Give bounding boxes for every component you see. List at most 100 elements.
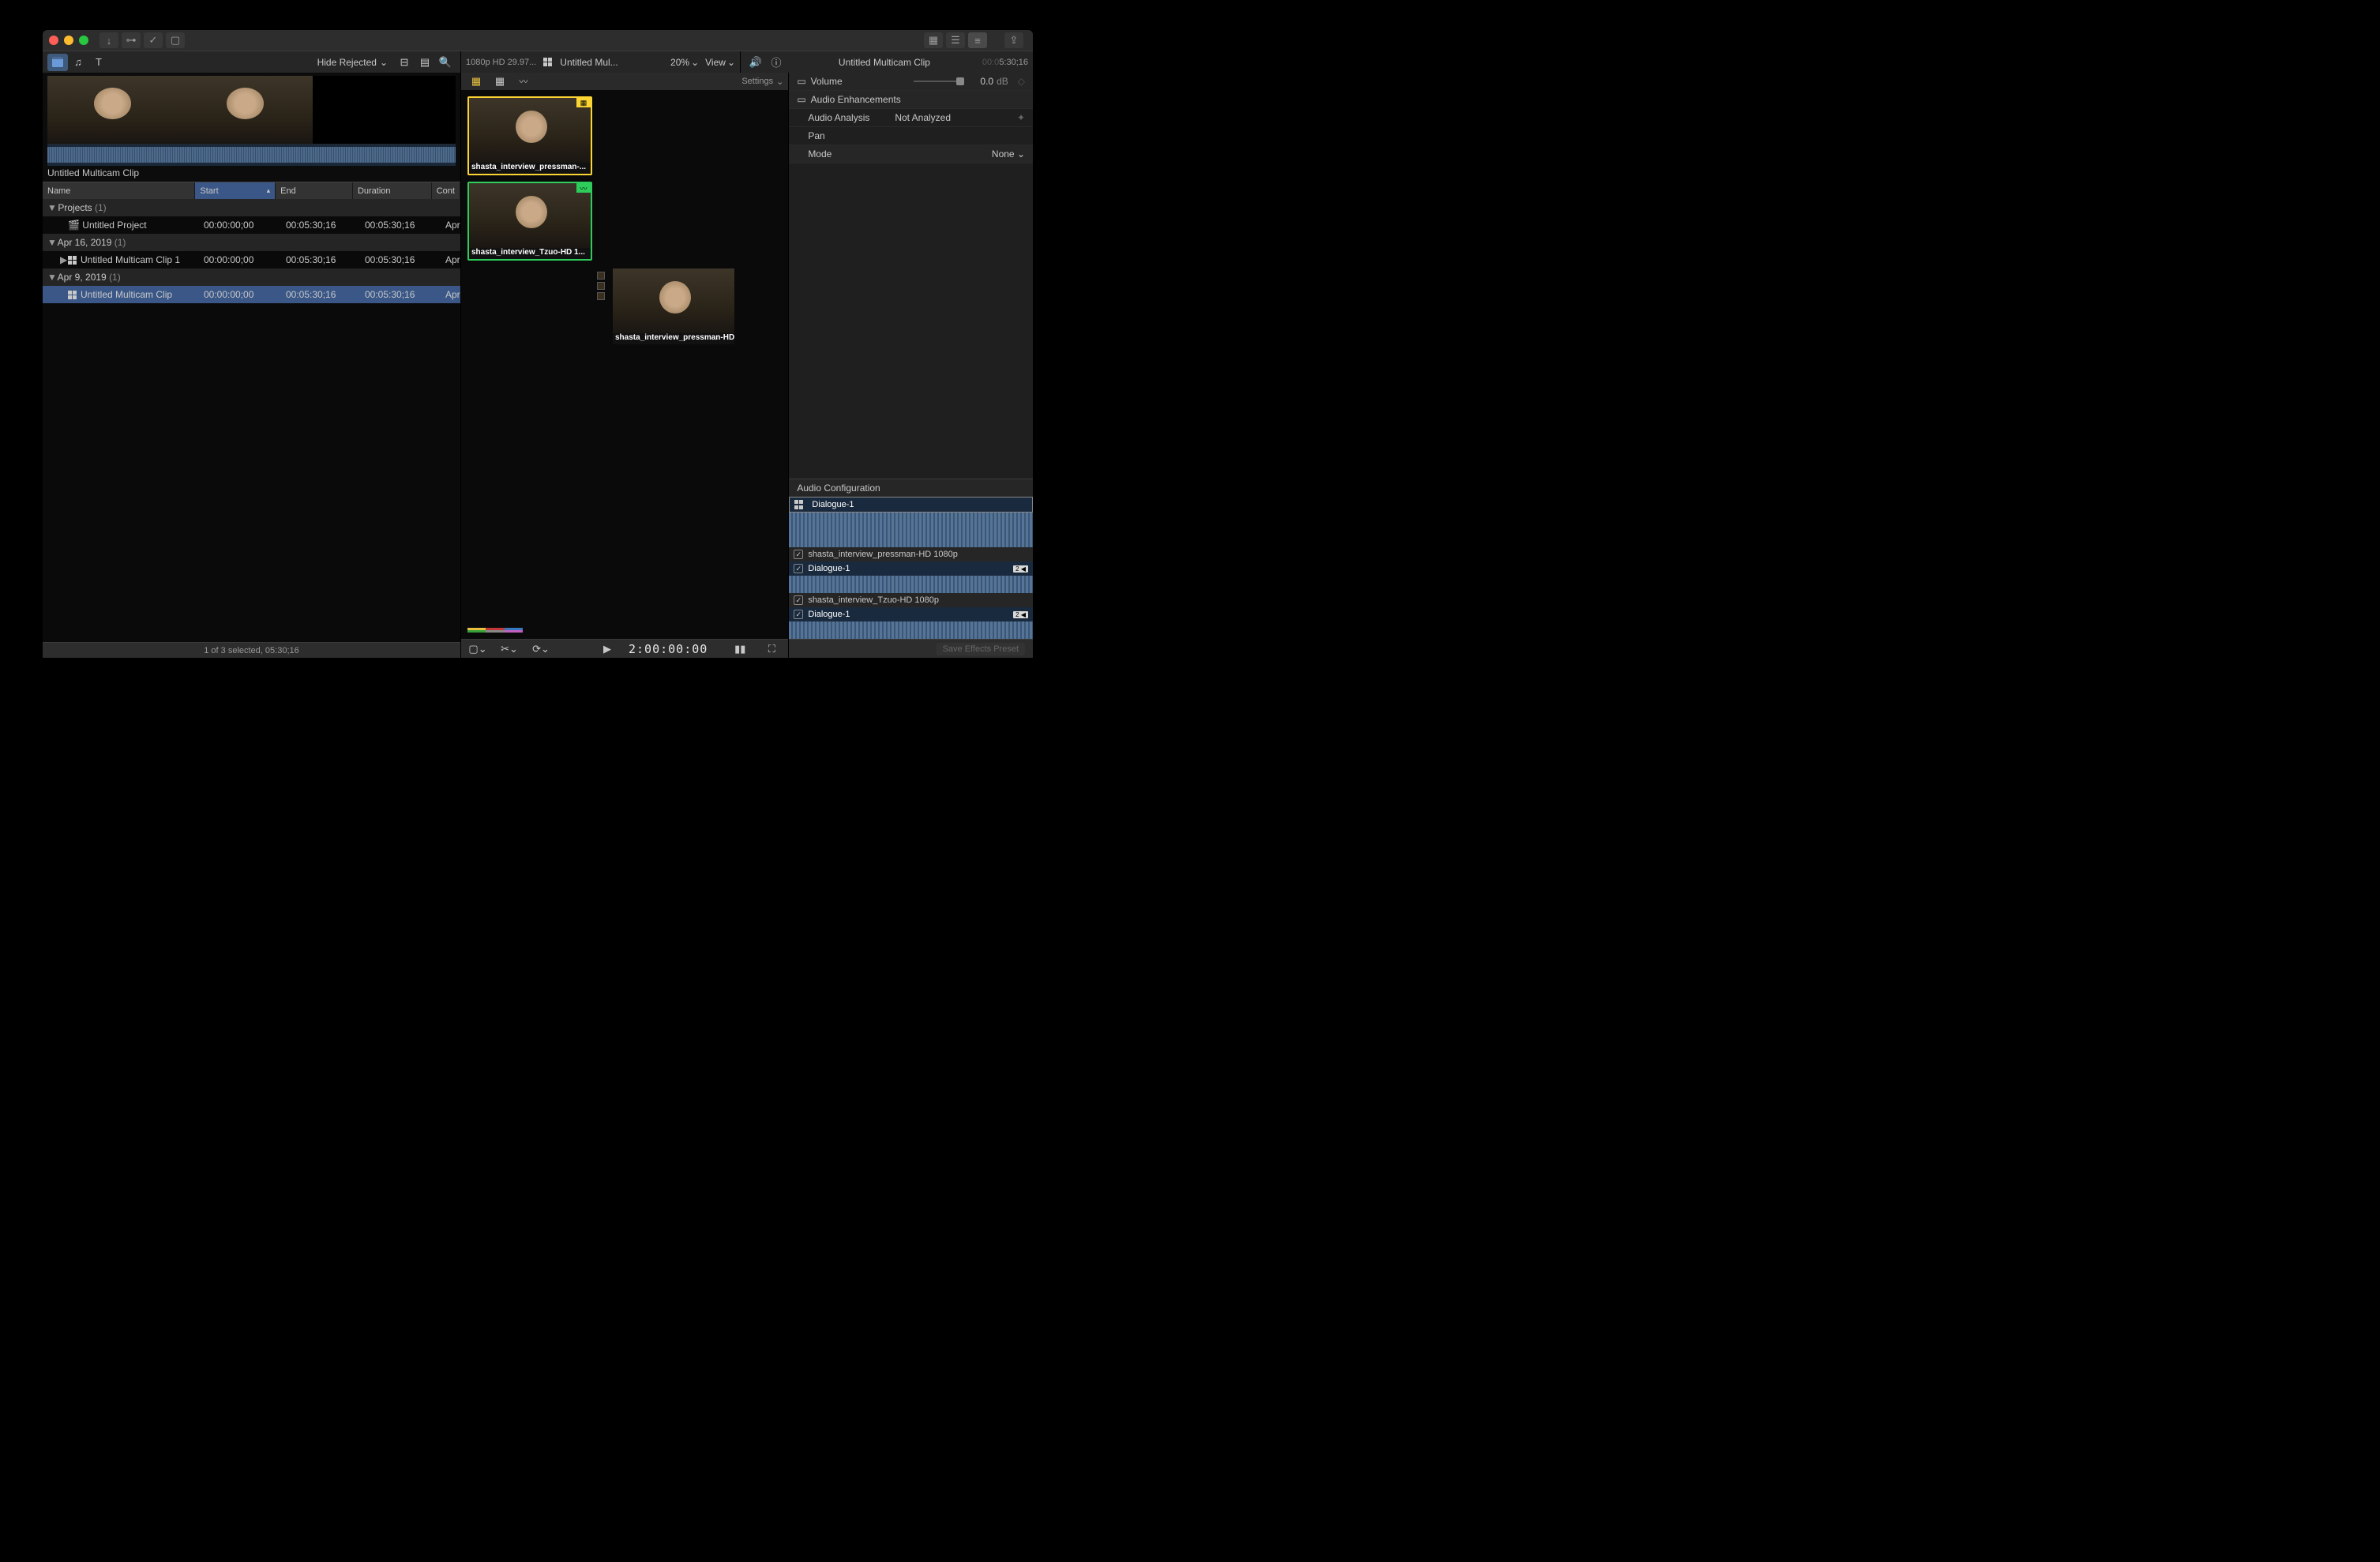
inspector-footer: Save Effects Preset <box>789 639 1033 658</box>
browser-footer: 1 of 3 selected, 05:30;16 <box>43 642 460 658</box>
info-inspector-icon[interactable]: ⓘ <box>766 54 786 71</box>
share-icon[interactable]: ⇪ <box>1004 32 1023 48</box>
format-label: 1080p HD 29.97... <box>466 58 536 67</box>
project-title: Untitled Mul... <box>560 57 618 68</box>
settings-menu[interactable]: Settings <box>741 77 773 86</box>
analyze-icon[interactable]: ✦ <box>1017 112 1025 123</box>
fullscreen-icon[interactable]: ⛶ <box>761 640 782 658</box>
angle-audio-icon[interactable]: 〰 <box>513 73 534 90</box>
audio-inspector-icon[interactable]: 🔊 <box>745 54 766 71</box>
audio-track-header[interactable]: Dialogue-1 <box>789 497 1033 513</box>
list-group[interactable]: ▼ Apr 9, 2019 (1) <box>43 268 460 286</box>
list-view-icon[interactable]: ▤ <box>415 54 435 71</box>
enhancements-header[interactable]: ▭ Audio Enhancements <box>789 91 1033 109</box>
browser-pane: ⊞ Untitled Multicam Clip Name Start▴ End… <box>43 73 461 658</box>
inspector-title: Untitled Multicam Clip <box>839 57 930 68</box>
list-item[interactable]: Untitled Multicam Clip00:00:00;0000:05:3… <box>43 286 460 303</box>
audio-component-row[interactable]: ✓shasta_interview_Tzuo-HD 1080p <box>789 593 1033 607</box>
view-menu[interactable]: View <box>705 57 726 68</box>
inspector-tc-prefix: 00:0 <box>982 58 999 67</box>
keyframe-icon[interactable]: ◇ <box>1018 76 1025 87</box>
col-start[interactable]: Start▴ <box>195 182 276 199</box>
audio-configuration: Audio Configuration Dialogue-1✓shasta_in… <box>789 479 1033 639</box>
play-button[interactable]: ▶ <box>597 640 618 658</box>
extensions-icon[interactable]: ▢ <box>166 32 185 48</box>
volume-value: 0.0 <box>980 76 993 87</box>
pan-row[interactable]: Pan <box>789 127 1033 145</box>
angle-color-swatches[interactable] <box>467 628 523 633</box>
list-group[interactable]: ▼ Apr 16, 2019 (1) <box>43 234 460 251</box>
angle-clip[interactable]: shasta_interview_pressman-HD... <box>611 267 736 346</box>
inspector-timecode: 5:30;16 <box>999 58 1028 67</box>
col-end[interactable]: End <box>276 182 353 199</box>
list-item[interactable]: ▶Untitled Multicam Clip 100:00:00;0000:0… <box>43 251 460 268</box>
clip-skimming-icon[interactable]: ▢⌄ <box>467 640 488 658</box>
layout-list-icon[interactable]: ☰ <box>946 32 965 48</box>
checkbox-icon[interactable]: ✓ <box>794 595 803 605</box>
import-icon[interactable]: ↓ <box>99 32 118 48</box>
audio-waveform[interactable] <box>789 621 1033 639</box>
angle-badge-icon: 〰 <box>576 183 591 193</box>
inspector-pane: ▭ Volume 0.0 dB ◇ ▭ Audio Enhancements A… <box>789 73 1033 658</box>
angle-clip[interactable]: 〰shasta_interview_Tzuo-HD 1... <box>467 182 592 261</box>
keyword-icon[interactable]: ⊶ <box>122 32 141 48</box>
chevron-icon: ⌄ <box>727 57 735 68</box>
angle-grid: ▦shasta_interview_pressman-...〰shasta_in… <box>461 90 788 639</box>
playhead-timecode: 2:00:00:00 <box>629 642 708 656</box>
filmstrip-preview: ⊞ Untitled Multicam Clip <box>43 73 460 182</box>
main-area: ⊞ Untitled Multicam Clip Name Start▴ End… <box>43 73 1033 658</box>
col-name[interactable]: Name <box>43 182 195 199</box>
minimize-window[interactable] <box>64 36 73 45</box>
top-toolbar: ♫ T Hide Rejected ⌄ ⊟ ▤ 🔍 1080p HD 29.97… <box>43 51 1033 73</box>
save-effects-preset-button[interactable]: Save Effects Preset <box>937 643 1025 655</box>
list-group[interactable]: ▼ Projects (1) <box>43 199 460 216</box>
audio-meter-icon[interactable]: ▮▮ <box>730 640 750 658</box>
col-content[interactable]: Cont <box>432 182 460 199</box>
zoom-level[interactable]: 20% <box>670 57 689 68</box>
angle-videoaudio-icon[interactable]: ▦ <box>466 73 486 90</box>
list-item[interactable]: 🎬 Untitled Project00:00:00;0000:05:30;16… <box>43 216 460 234</box>
angle-video-icon[interactable]: ▦ <box>490 73 510 90</box>
pan-mode-select[interactable]: None ⌄ <box>992 148 1025 160</box>
filmstrip-waveform[interactable] <box>47 144 456 166</box>
tools-icon[interactable]: ✂⌄ <box>499 640 520 658</box>
volume-slider[interactable] <box>914 81 961 82</box>
audio-component-row[interactable]: ✓shasta_interview_pressman-HD 1080p <box>789 547 1033 561</box>
playback-bar: ▢⌄ ✂⌄ ⟳⌄ ▶ 2:00:00:00 ▮▮ ⛶ <box>461 639 788 658</box>
col-duration[interactable]: Duration <box>353 182 432 199</box>
filmstrip[interactable] <box>47 76 456 144</box>
layout-inspector-icon[interactable]: ≡ <box>968 32 987 48</box>
library-tab[interactable] <box>47 54 68 71</box>
audio-track-header[interactable]: ✓Dialogue-12 ◀ <box>789 561 1033 576</box>
volume-icon: ▭ <box>797 76 805 87</box>
checkbox-icon[interactable]: ✓ <box>794 550 803 559</box>
zoom-window[interactable] <box>79 36 88 45</box>
background-tasks-icon[interactable]: ✓ <box>144 32 163 48</box>
audio-waveform[interactable] <box>789 513 1033 547</box>
checkbox-icon[interactable]: ✓ <box>794 564 803 573</box>
angle-viewer-pane: ▦ ▦ 〰 Settings ⌄ ▦shasta_interview_press… <box>461 73 789 658</box>
filter-label[interactable]: Hide Rejected <box>317 57 377 68</box>
angle-badge-icon: ▦ <box>576 98 591 107</box>
angle-clip[interactable]: ▦shasta_interview_pressman-... <box>467 96 592 175</box>
layout-grid-icon[interactable]: ▦ <box>924 32 943 48</box>
column-headers: Name Start▴ End Duration Cont <box>43 182 460 199</box>
audio-analysis-row: Audio Analysis Not Analyzed ✦ <box>789 109 1033 127</box>
angle-toolbar: ▦ ▦ 〰 Settings ⌄ <box>461 73 788 90</box>
retime-icon[interactable]: ⟳⌄ <box>531 640 551 658</box>
checkbox-icon[interactable]: ✓ <box>794 610 803 619</box>
chevron-icon: ⌄ <box>691 57 699 68</box>
clip-list[interactable]: ▼ Projects (1)🎬 Untitled Project00:00:00… <box>43 199 460 642</box>
titlebar: ↓ ⊶ ✓ ▢ ▦ ☰ ≡ ⇪ <box>43 30 1033 51</box>
search-icon[interactable]: 🔍 <box>435 54 456 71</box>
media-tab[interactable]: ♫ <box>68 54 88 71</box>
audio-track-header[interactable]: ✓Dialogue-12 ◀ <box>789 607 1033 621</box>
chevron-icon: ⌄ <box>380 57 388 68</box>
chevron-icon: ⌄ <box>776 77 783 87</box>
audio-waveform[interactable] <box>789 576 1033 593</box>
pan-mode-row: Mode None ⌄ <box>789 145 1033 163</box>
window-controls <box>49 36 88 45</box>
close-window[interactable] <box>49 36 58 45</box>
titles-tab[interactable]: T <box>88 54 109 71</box>
clip-appearance-icon[interactable]: ⊟ <box>394 54 415 71</box>
